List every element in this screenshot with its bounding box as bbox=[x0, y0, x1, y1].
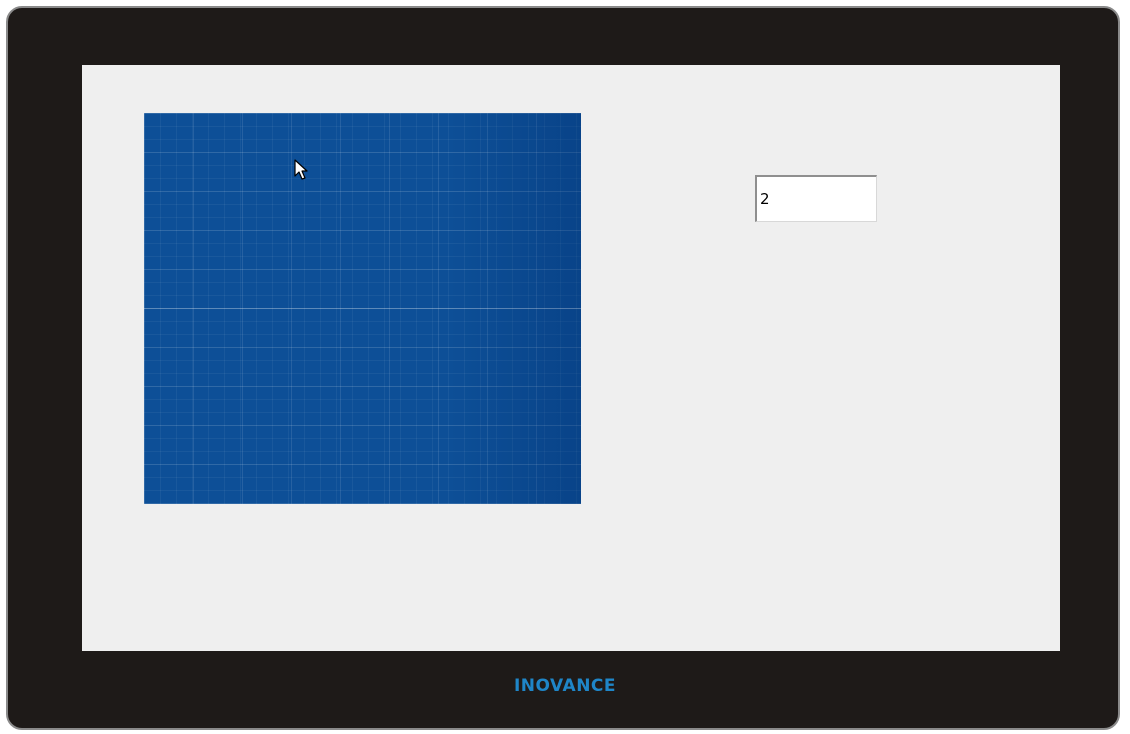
grid-canvas-panel[interactable] bbox=[144, 113, 581, 504]
numeric-input-value: 2 bbox=[760, 190, 770, 208]
grid-center-line bbox=[144, 308, 581, 309]
mouse-pointer-icon bbox=[294, 159, 308, 180]
hmi-screen: 2 bbox=[82, 65, 1060, 651]
hmi-bezel: 2 bbox=[6, 6, 1120, 730]
numeric-input-field[interactable]: 2 bbox=[755, 175, 877, 222]
brand-logo: INOVANCE bbox=[513, 676, 617, 696]
